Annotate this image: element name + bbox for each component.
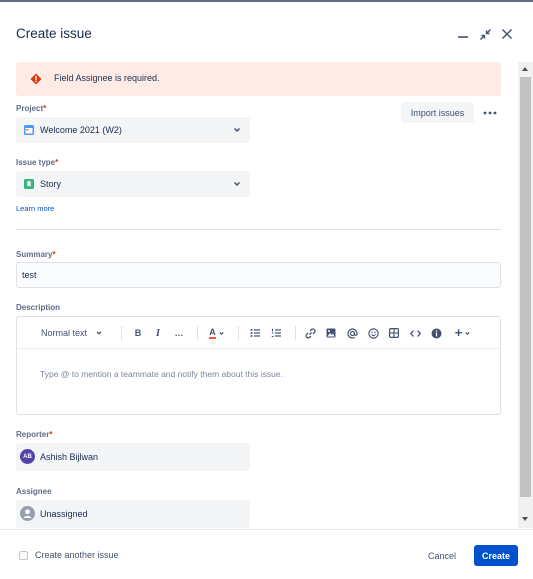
image-icon [326, 328, 336, 338]
plus-icon: + [454, 325, 463, 340]
insert-menu-button[interactable]: + [451, 325, 475, 341]
emoji-icon [367, 327, 379, 339]
cancel-button[interactable]: Cancel [418, 545, 466, 566]
issue-type-value: Story [40, 179, 62, 189]
summary-field[interactable] [16, 262, 501, 288]
reporter-label: Reporter* [16, 430, 53, 439]
project-label: Project* [16, 104, 47, 113]
minimize-button[interactable] [453, 24, 473, 44]
section-divider [16, 229, 501, 230]
reporter-name: Ashish Bijlwan [40, 452, 99, 462]
project-select[interactable]: Welcome 2021 (W2) [16, 117, 250, 143]
dialog-footer: Create another issue Cancel Create [0, 529, 533, 579]
learn-more-link[interactable]: Learn more [16, 204, 54, 213]
project-calendar-icon [24, 125, 34, 135]
bold-button[interactable]: B [131, 325, 145, 341]
create-button[interactable]: Create [474, 545, 518, 566]
create-issue-dialog: Create issue Field Assignee is required.… [0, 2, 533, 579]
minimize-icon [458, 36, 468, 38]
text-color-button[interactable]: A [205, 325, 229, 341]
text-style-dropdown[interactable]: Normal text [37, 325, 107, 341]
create-another-label[interactable]: Create another issue [35, 550, 119, 560]
link-icon [305, 328, 315, 338]
vertical-scrollbar[interactable] [518, 62, 533, 528]
chevron-down-icon [219, 331, 224, 335]
project-value: Welcome 2021 (W2) [40, 125, 122, 135]
error-diamond-icon [30, 73, 42, 85]
chevron-down-icon [465, 331, 470, 335]
dialog-header: Create issue [16, 24, 517, 48]
create-another-checkbox[interactable] [19, 551, 28, 560]
chevron-down-icon [96, 331, 102, 335]
link-button[interactable] [302, 325, 318, 341]
table-button[interactable] [386, 325, 402, 341]
collapse-button[interactable] [475, 24, 495, 44]
toolbar-separator [121, 326, 122, 340]
toolbar-separator [295, 326, 296, 340]
bullet-list-button[interactable] [247, 325, 263, 341]
scroll-up-arrow-icon[interactable] [522, 67, 528, 71]
assignee-value: Unassigned [40, 509, 88, 519]
mention-button[interactable] [344, 325, 360, 341]
dialog-body[interactable]: Field Assignee is required. Project* Imp… [0, 54, 518, 528]
dialog-title: Create issue [16, 26, 92, 41]
toolbar-separator [238, 326, 239, 340]
scrollbar-thumb[interactable] [520, 77, 531, 497]
emoji-button[interactable] [365, 325, 381, 341]
import-issues-button[interactable]: Import issues [401, 102, 474, 123]
assignee-select[interactable]: Unassigned [16, 500, 250, 528]
text-color-icon: A [209, 326, 216, 339]
editor-toolbar: Normal text B I … A + [17, 317, 500, 349]
chevron-down-icon [233, 181, 241, 187]
code-button[interactable] [407, 325, 423, 341]
avatar: AB [20, 449, 35, 464]
close-icon [501, 28, 513, 40]
description-editor[interactable]: Normal text B I … A + Type @ to mention … [16, 316, 501, 415]
toolbar-separator [197, 326, 198, 340]
assignee-label: Assignee [16, 487, 52, 496]
description-label: Description [16, 303, 61, 312]
numbered-list-icon [271, 328, 281, 337]
italic-button[interactable]: I [151, 325, 165, 341]
issue-type-label: Issue type* [16, 158, 59, 167]
story-bookmark-icon [24, 179, 34, 189]
more-dots-icon [483, 111, 497, 115]
info-icon [431, 328, 441, 338]
summary-input[interactable] [22, 270, 492, 280]
info-panel-button[interactable] [428, 325, 444, 341]
more-formatting-button[interactable]: … [171, 325, 187, 341]
error-message: Field Assignee is required. [54, 73, 160, 83]
scroll-down-arrow-icon[interactable] [522, 517, 528, 521]
summary-label: Summary* [16, 250, 56, 259]
table-icon [389, 328, 399, 338]
numbered-list-button[interactable] [268, 325, 284, 341]
issue-type-select[interactable]: Story [16, 171, 250, 197]
chevron-down-icon [233, 127, 241, 133]
bullet-list-icon [250, 329, 260, 337]
mention-icon [346, 327, 358, 339]
reporter-select[interactable]: AB Ashish Bijlwan [16, 443, 250, 471]
error-banner: Field Assignee is required. [16, 62, 501, 96]
code-icon [409, 329, 421, 337]
image-button[interactable] [323, 325, 339, 341]
close-button[interactable] [497, 24, 517, 44]
text-style-label: Normal text [40, 328, 87, 338]
description-placeholder: Type @ to mention a teammate and notify … [40, 369, 283, 379]
collapse-arrows-icon [479, 28, 491, 40]
default-avatar-icon [20, 506, 35, 521]
more-actions-button[interactable] [480, 104, 500, 122]
